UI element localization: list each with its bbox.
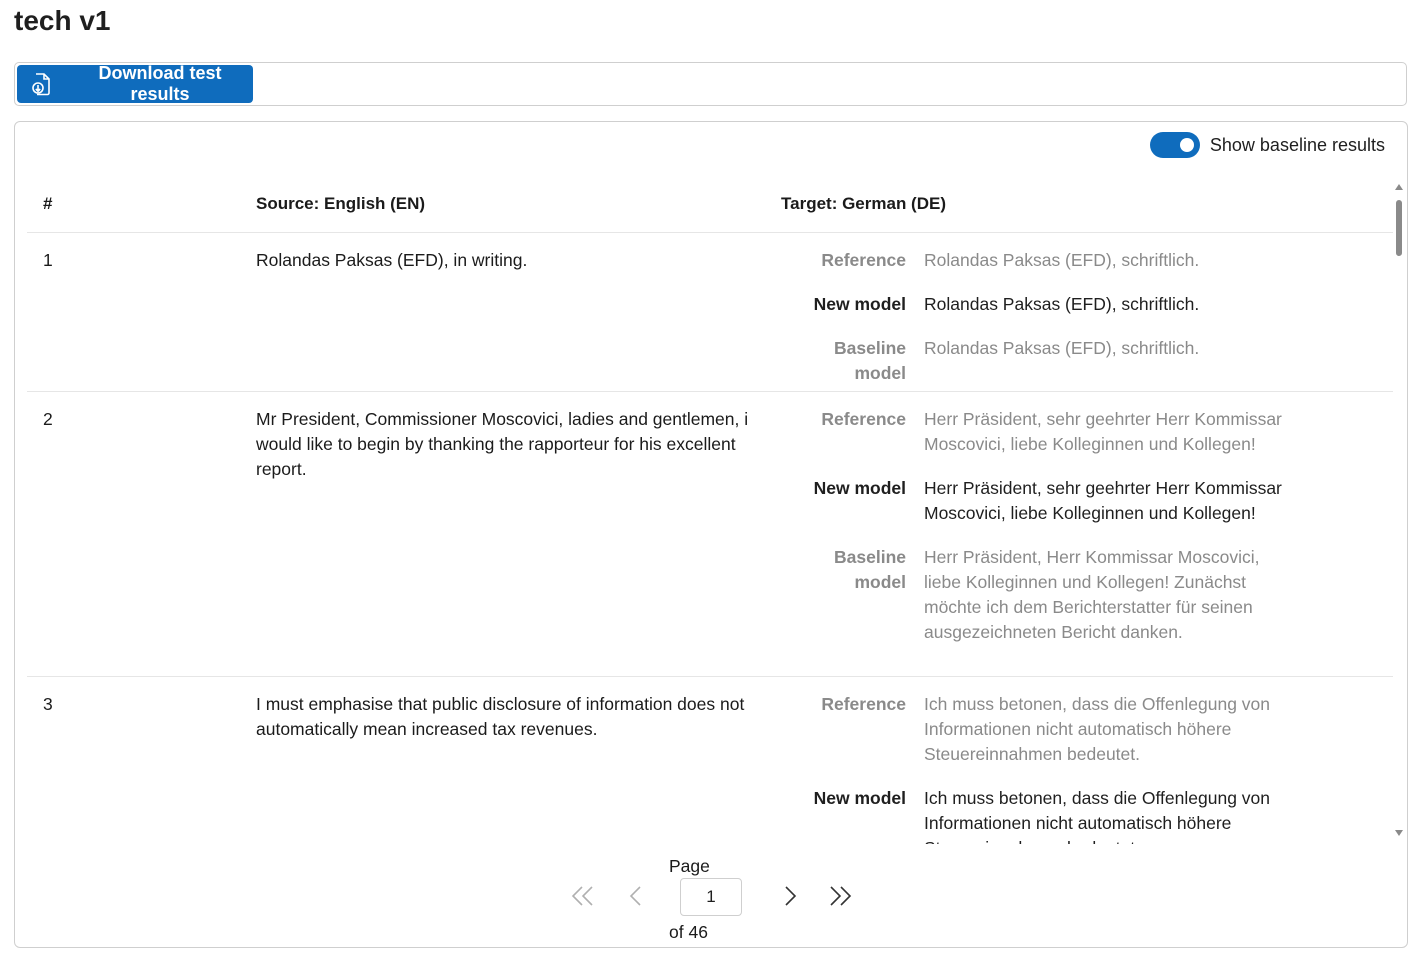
baseline-model-text: Herr Präsident, Herr Kommissar Moscovici… <box>924 547 1260 642</box>
reference-label: Reference <box>821 250 906 270</box>
show-baseline-label: Show baseline results <box>1209 134 1385 155</box>
show-baseline-toggle[interactable] <box>1149 132 1200 158</box>
reference-line: Reference Herr Präsident, sehr geehrter … <box>781 407 1381 457</box>
header-num: # <box>43 194 53 213</box>
baseline-model-line: Baseline model Herr Präsident, Herr Komm… <box>781 545 1381 645</box>
baseline-model-text: Rolandas Paksas (EFD), schriftlich. <box>924 338 1200 358</box>
scroll-thumb[interactable] <box>1396 200 1402 256</box>
target-cell: Reference Ich muss betonen, dass die Off… <box>781 692 1381 844</box>
reference-line: Reference Rolandas Paksas (EFD), schrift… <box>781 248 1381 273</box>
table-row: 2 Mr President, Commissioner Moscovici, … <box>27 392 1393 677</box>
next-page-icon <box>783 885 797 912</box>
toolbar: Download test results <box>14 62 1407 106</box>
next-page-button[interactable] <box>775 884 805 912</box>
reference-label: Reference <box>821 694 906 714</box>
baseline-toggle-group: Show baseline results <box>1149 132 1385 158</box>
new-model-text: Herr Präsident, sehr geehrter Herr Kommi… <box>924 478 1282 523</box>
reference-text: Ich muss betonen, dass die Offenlegung v… <box>924 694 1271 764</box>
last-page-button[interactable] <box>825 884 855 912</box>
baseline-model-label: Baseline model <box>834 547 906 592</box>
target-cell: Reference Herr Präsident, sehr geehrter … <box>781 407 1381 664</box>
table-row: 3 I must emphasise that public disclosur… <box>27 677 1393 844</box>
row-number: 3 <box>43 694 53 714</box>
first-page-button[interactable] <box>568 884 598 912</box>
scroll-up-arrow[interactable] <box>1395 184 1403 190</box>
new-model-text: Ich muss betonen, dass die Offenlegung v… <box>924 788 1271 844</box>
header-source: Source: English (EN) <box>256 194 426 213</box>
new-model-label: New model <box>813 294 906 314</box>
new-model-line: New model Herr Präsident, sehr geehrter … <box>781 476 1381 526</box>
prev-page-icon <box>629 885 643 912</box>
new-model-text: Rolandas Paksas (EFD), schriftlich. <box>924 294 1200 314</box>
reference-line: Reference Ich muss betonen, dass die Off… <box>781 692 1381 767</box>
first-page-icon <box>571 885 595 912</box>
pagination: Page of 46 <box>15 856 1407 942</box>
download-button-label: Download test results <box>98 63 222 104</box>
results-panel: Show baseline results # Source: English … <box>14 121 1408 948</box>
baseline-model-label: Baseline model <box>834 338 906 383</box>
page-count-label: of 46 <box>669 922 708 942</box>
grid-header: # Source: English (EN) Target: German (D… <box>27 178 1393 233</box>
page-title: tech v1 <box>14 5 111 36</box>
reference-text: Herr Präsident, sehr geehrter Herr Kommi… <box>924 409 1282 454</box>
table-row: 1 Rolandas Paksas (EFD), in writing. Ref… <box>27 233 1393 392</box>
row-number: 2 <box>43 409 53 429</box>
reference-text: Rolandas Paksas (EFD), schriftlich. <box>924 250 1200 270</box>
vertical-scrollbar[interactable] <box>1393 184 1405 836</box>
page-number-input[interactable] <box>680 878 742 916</box>
download-test-results-button[interactable]: Download test results <box>17 63 253 104</box>
header-target: Target: German (DE) <box>781 194 946 213</box>
toggle-knob <box>1179 138 1194 152</box>
new-model-line: New model Ich muss betonen, dass die Off… <box>781 786 1381 844</box>
document-download-icon <box>31 72 53 96</box>
reference-label: Reference <box>821 409 906 429</box>
source-text: Rolandas Paksas (EFD), in writing. <box>256 250 528 270</box>
scroll-down-arrow[interactable] <box>1395 830 1403 836</box>
last-page-icon <box>828 885 852 912</box>
source-text: Mr President, Commissioner Moscovici, la… <box>256 409 749 479</box>
baseline-model-line: Baseline model Rolandas Paksas (EFD), sc… <box>781 336 1381 386</box>
source-text: I must emphasise that public disclosure … <box>256 694 745 739</box>
results-grid[interactable]: # Source: English (EN) Target: German (D… <box>27 178 1393 844</box>
target-cell: Reference Rolandas Paksas (EFD), schrift… <box>781 248 1381 405</box>
prev-page-button[interactable] <box>621 884 651 912</box>
new-model-label: New model <box>813 788 906 808</box>
page-label: Page <box>669 856 710 876</box>
new-model-line: New model Rolandas Paksas (EFD), schrift… <box>781 292 1381 317</box>
new-model-label: New model <box>813 478 906 498</box>
row-number: 1 <box>43 250 53 270</box>
